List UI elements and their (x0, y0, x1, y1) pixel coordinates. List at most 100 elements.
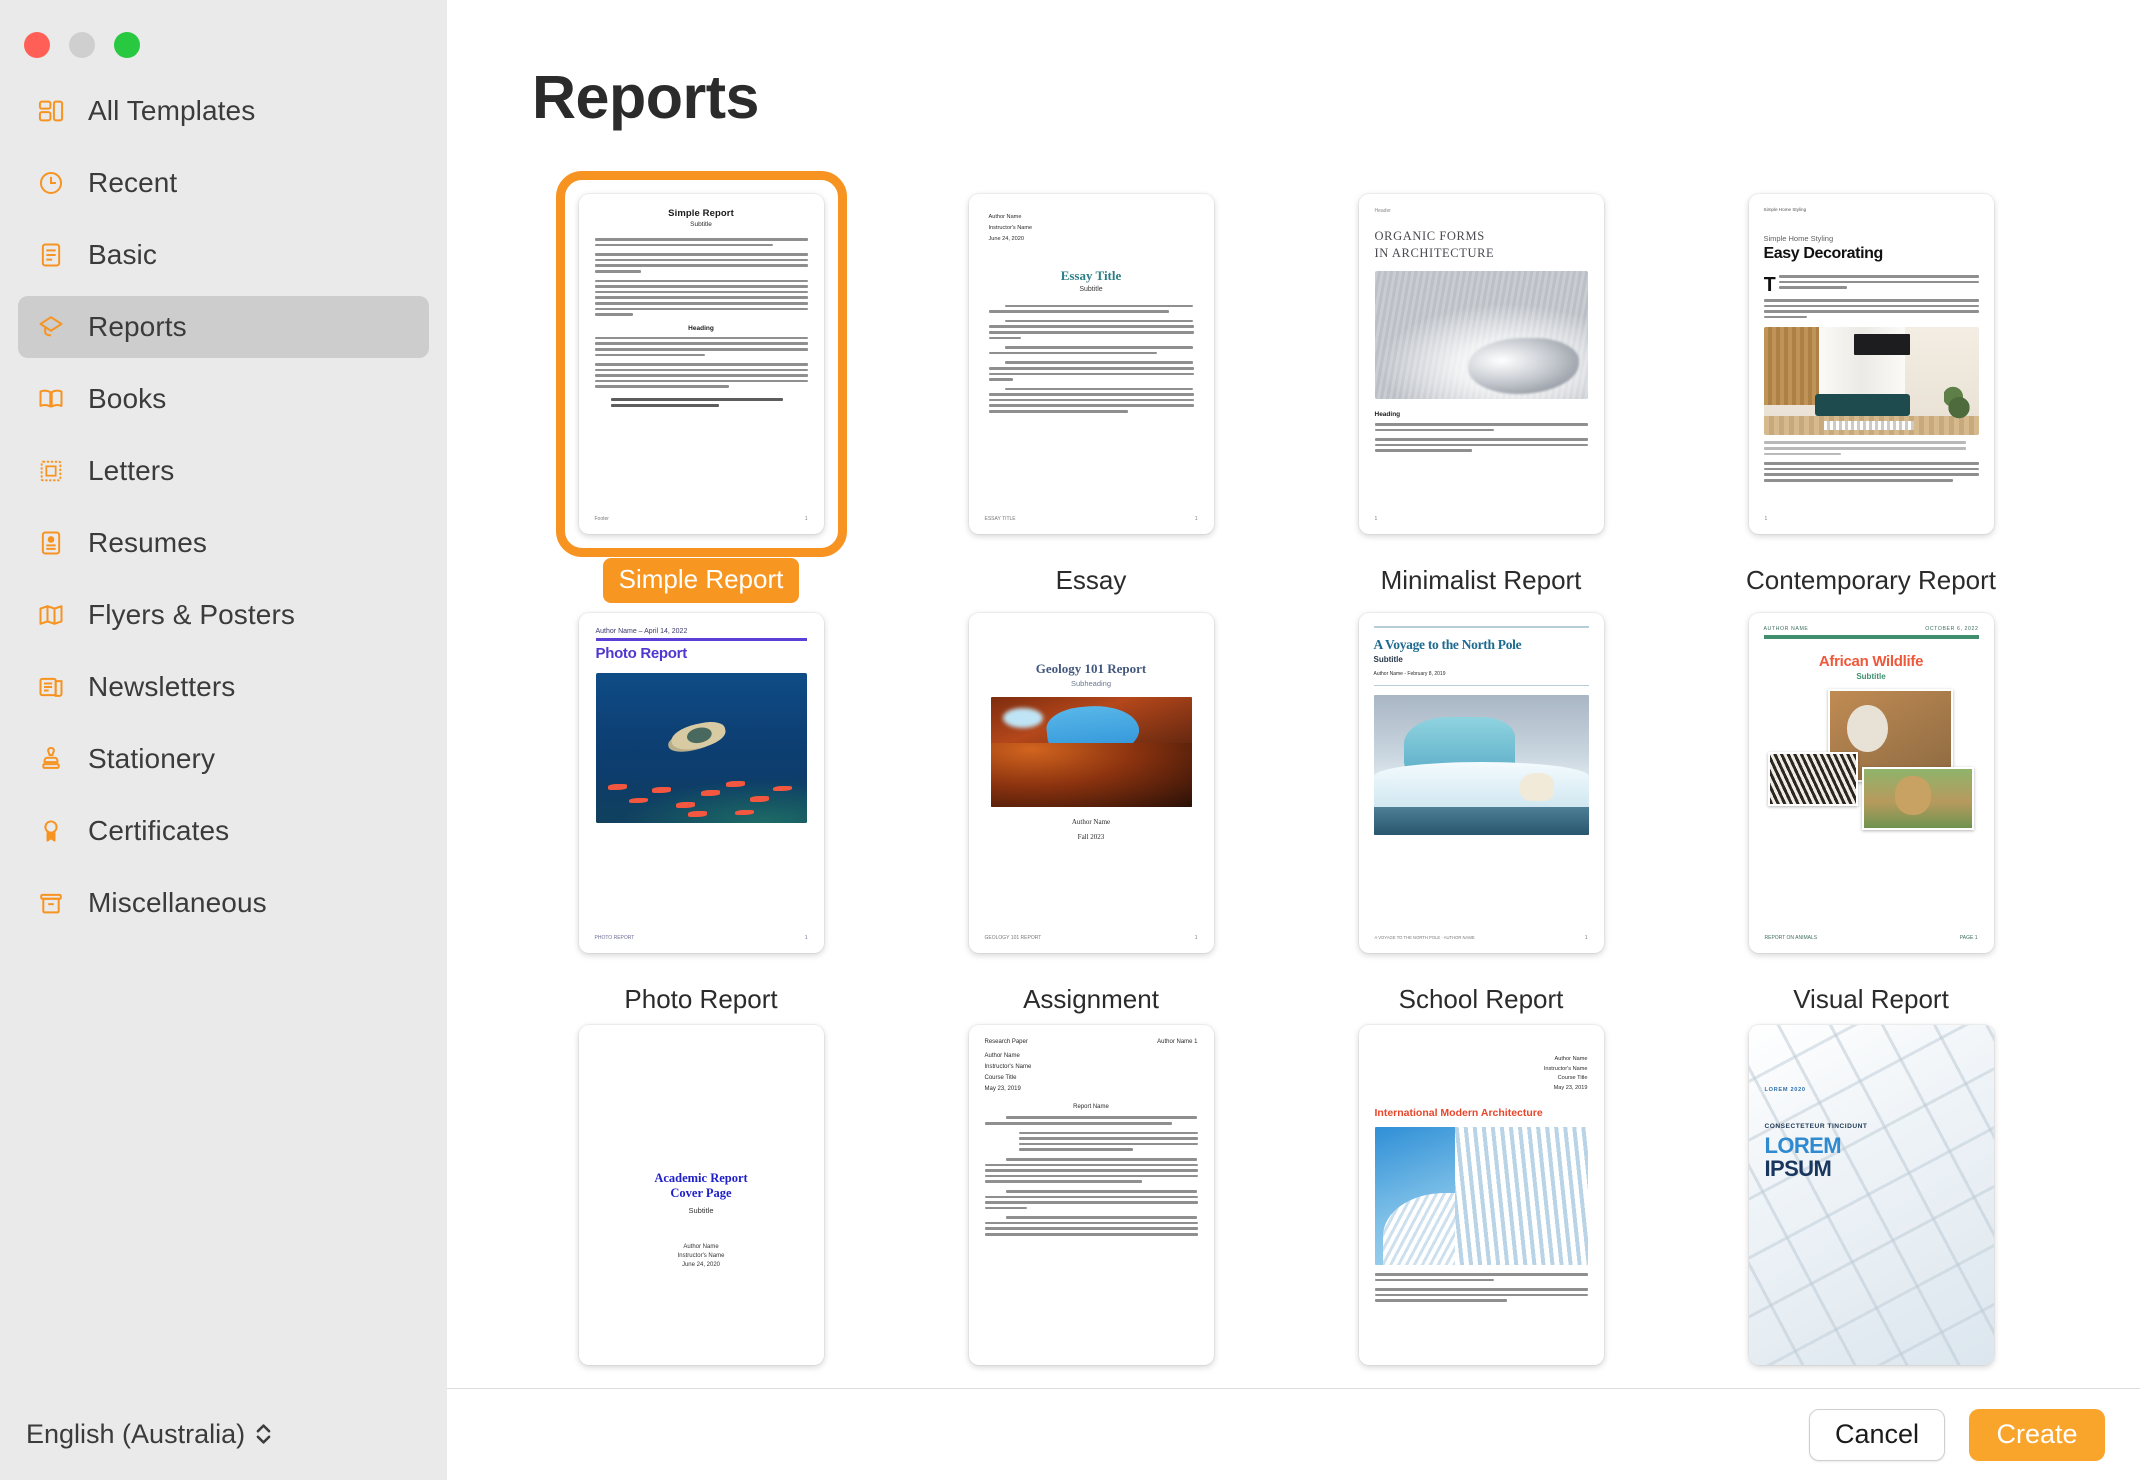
template-thumbnail[interactable]: Header ORGANIC FORMS IN ARCHITECTURE Hea… (1349, 184, 1614, 544)
create-button[interactable]: Create (1969, 1409, 2105, 1461)
preview-footer-left: Footer (595, 516, 609, 522)
architecture-image (1375, 271, 1588, 399)
preview-paragraph (1764, 462, 1979, 481)
preview-meta: Author Name Instructor's Name June 24, 2… (989, 212, 1194, 246)
preview-paragraph (595, 337, 808, 356)
preview-title: A Voyage to the North Pole (1374, 637, 1589, 653)
preview-footer: Footer 1 (595, 516, 808, 522)
preview-footer-left: 1 (1375, 516, 1378, 522)
preview-instructor: Instructor's Name (1375, 1065, 1588, 1075)
template-card-visual-report[interactable]: AUTHOR NAME OCTOBER 6, 2022 African Wild… (1676, 603, 2066, 1015)
modern-building-image (1375, 1127, 1588, 1265)
preview-report-name: Report Name (985, 1104, 1198, 1110)
preview-title-line1: LOREM (1765, 1134, 1978, 1157)
rubber-stamp-icon (36, 744, 66, 774)
preview-kicker: LOREM 2020 (1765, 1087, 1978, 1093)
document-preview-research-paper: Research Paper Author Name 1 Author Name… (969, 1025, 1214, 1365)
folded-map-icon (36, 600, 66, 630)
box-icon (36, 888, 66, 918)
preview-title: African Wildlife (1764, 653, 1979, 670)
preview-subtitle: Subtitle (989, 286, 1194, 293)
sidebar-item-label: Books (88, 383, 166, 415)
zoom-window-button[interactable] (114, 32, 140, 58)
cancel-button[interactable]: Cancel (1809, 1409, 1945, 1461)
template-card-school-report[interactable]: A Voyage to the North Pole Subtitle Auth… (1286, 603, 1676, 1015)
cheetah-photo (1862, 767, 1974, 830)
template-thumbnail[interactable]: Geology 101 Report Subheading Author Nam… (959, 603, 1224, 963)
preview-byline: Author Name – April 14, 2022 (596, 628, 807, 635)
minimize-window-button[interactable] (69, 32, 95, 58)
template-name-label: Essay (1056, 565, 1127, 596)
sidebar-item-flyers-posters[interactable]: Flyers & Posters (18, 584, 429, 646)
template-thumbnail[interactable]: Author Name – April 14, 2022 Photo Repor… (569, 603, 834, 963)
sidebar-item-all-templates[interactable]: All Templates (18, 80, 429, 142)
template-card-assignment[interactable]: Geology 101 Report Subheading Author Nam… (896, 603, 1286, 1015)
template-thumbnail[interactable]: Research Paper Author Name 1 Author Name… (959, 1015, 1224, 1375)
sidebar-item-newsletters[interactable]: Newsletters (18, 656, 429, 718)
preview-paragraph (989, 320, 1194, 339)
sidebar-item-basic[interactable]: Basic (18, 224, 429, 286)
template-scroll-area[interactable]: Reports Simple Report Subtitle (447, 0, 2140, 1388)
template-thumbnail[interactable]: LOREM 2020 CONSECTETEUR TINCIDUNT LOREM … (1739, 1015, 2004, 1375)
template-thumbnail[interactable]: Author Name Instructor's Name June 24, 2… (959, 184, 1224, 544)
template-card-minimalist-report[interactable]: Header ORGANIC FORMS IN ARCHITECTURE Hea… (1286, 184, 1676, 603)
preview-header-right: Author Name 1 (1157, 1039, 1197, 1045)
preview-title: Photo Report (596, 645, 807, 662)
preview-footer-right: 1 (1195, 516, 1198, 522)
preview-author: Author Name (985, 1051, 1198, 1062)
template-card-intl-modern-architecture[interactable]: Author Name Instructor's Name Course Tit… (1286, 1015, 1676, 1388)
preview-pull-quote (611, 398, 798, 407)
template-thumbnail[interactable]: A Voyage to the North Pole Subtitle Auth… (1349, 603, 1614, 963)
template-thumbnail[interactable]: Simple Report Subtitle (569, 184, 834, 544)
preview-title: Essay Title (989, 268, 1194, 284)
preview-meta: Author Name Instructor's Name June 24, 2… (597, 1243, 806, 1271)
template-card-contemporary-report[interactable]: Simple Home Styling Simple Home Styling … (1676, 184, 2066, 603)
preview-meta: Author Name Instructor's Name Course Tit… (1375, 1055, 1588, 1093)
sidebar-item-certificates[interactable]: Certificates (18, 800, 429, 862)
sidebar-item-reports[interactable]: Reports (18, 296, 429, 358)
sidebar-item-label: Newsletters (88, 671, 235, 703)
sidebar-item-label: Miscellaneous (88, 887, 267, 919)
template-card-research-paper[interactable]: Research Paper Author Name 1 Author Name… (896, 1015, 1286, 1388)
language-value: English (Australia) (26, 1419, 245, 1450)
sidebar-item-label: Reports (88, 311, 187, 343)
sidebar-item-books[interactable]: Books (18, 368, 429, 430)
template-thumbnail[interactable]: Academic Report Cover Page Subtitle Auth… (569, 1015, 834, 1375)
close-window-button[interactable] (24, 32, 50, 58)
sidebar-item-resumes[interactable]: Resumes (18, 512, 429, 574)
template-card-simple-report[interactable]: Simple Report Subtitle (506, 184, 896, 603)
preview-header: Simple Home Styling (1764, 207, 1979, 212)
sidebar: All Templates Recent Basic (0, 0, 447, 1480)
sidebar-item-miscellaneous[interactable]: Miscellaneous (18, 872, 429, 934)
preview-paragraph (1375, 423, 1588, 431)
template-name-label: Simple Report (603, 558, 800, 603)
sidebar-item-recent[interactable]: Recent (18, 152, 429, 214)
grid-icon (36, 96, 66, 126)
resume-icon (36, 528, 66, 558)
preview-title-line2: IN ARCHITECTURE (1375, 245, 1588, 262)
sea-turtle-image (596, 673, 807, 823)
document-preview-lorem-ipsum: LOREM 2020 CONSECTETEUR TINCIDUNT LOREM … (1749, 1025, 1994, 1365)
preview-byline: Author Name - February 8, 2019 (1374, 671, 1589, 677)
sidebar-item-label: Flyers & Posters (88, 599, 295, 631)
preview-footer-left: 1 (1765, 516, 1768, 522)
template-thumbnail[interactable]: AUTHOR NAME OCTOBER 6, 2022 African Wild… (1739, 603, 2004, 963)
template-card-academic-report-cover[interactable]: Academic Report Cover Page Subtitle Auth… (506, 1015, 896, 1388)
interior-room-image (1764, 327, 1979, 435)
template-name-label: School Report (1399, 984, 1564, 1015)
template-name-label: Minimalist Report (1381, 565, 1582, 596)
preview-rule-bottom (1374, 685, 1589, 687)
template-card-photo-report[interactable]: Author Name – April 14, 2022 Photo Repor… (506, 603, 896, 1015)
preview-paragraph (595, 280, 808, 316)
sidebar-nav: All Templates Recent Basic (0, 80, 447, 1388)
template-card-essay[interactable]: Author Name Instructor's Name June 24, 2… (896, 184, 1286, 603)
sidebar-item-letters[interactable]: Letters (18, 440, 429, 502)
preview-paragraph (989, 361, 1194, 380)
template-thumbnail[interactable]: Simple Home Styling Simple Home Styling … (1739, 184, 2004, 544)
template-card-lorem-ipsum[interactable]: LOREM 2020 CONSECTETEUR TINCIDUNT LOREM … (1676, 1015, 2066, 1388)
language-selector[interactable]: English (Australia) (0, 1388, 447, 1480)
template-name-label: Visual Report (1793, 984, 1949, 1015)
template-thumbnail[interactable]: Author Name Instructor's Name Course Tit… (1349, 1015, 1614, 1375)
sidebar-item-stationery[interactable]: Stationery (18, 728, 429, 790)
preview-footer: 1 (1765, 516, 1978, 522)
